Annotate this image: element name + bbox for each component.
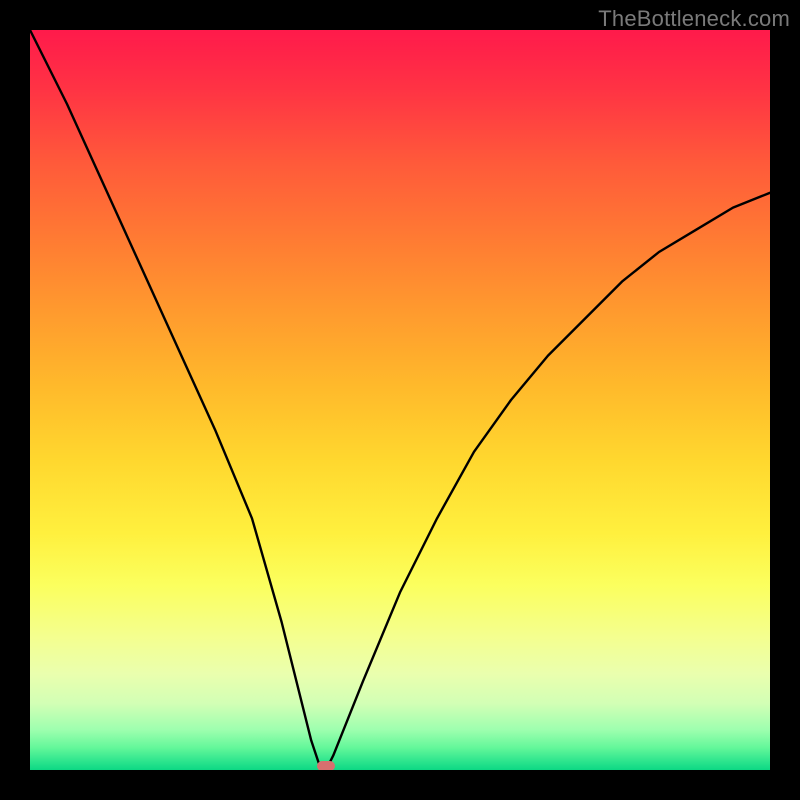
plot-area [30,30,770,770]
bottleneck-curve [30,30,770,770]
watermark-text: TheBottleneck.com [598,6,790,32]
min-marker [317,761,335,770]
chart-frame: TheBottleneck.com [0,0,800,800]
